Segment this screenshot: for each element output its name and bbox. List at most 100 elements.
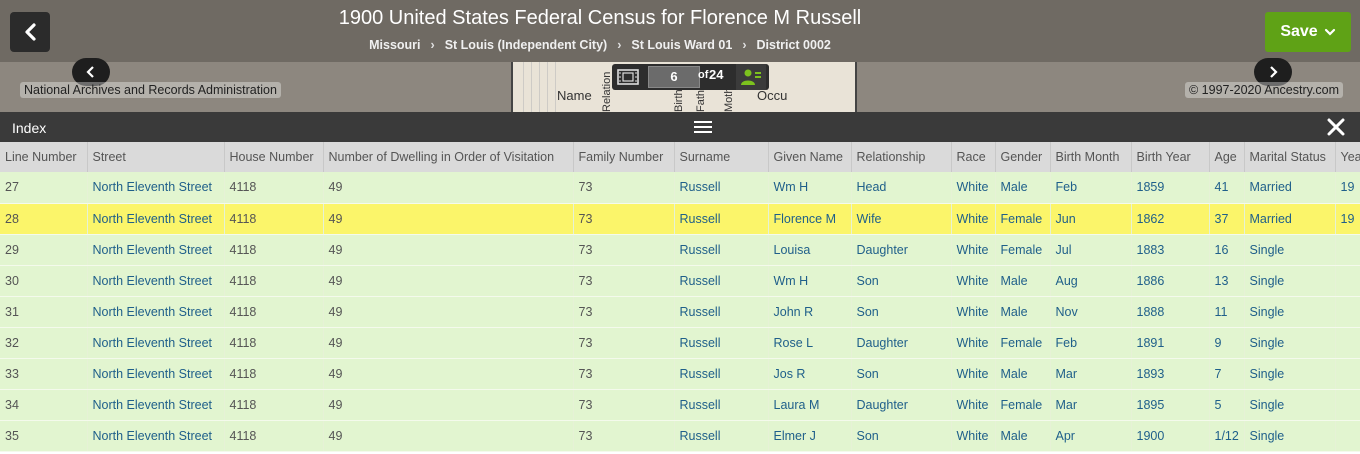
save-button[interactable]: Save — [1265, 12, 1351, 52]
column-header-years-married[interactable]: Years — [1335, 142, 1360, 172]
column-header-race[interactable]: Race — [951, 142, 996, 172]
hamburger-menu-icon[interactable] — [694, 120, 712, 134]
breadcrumb-district[interactable]: District 0002 — [757, 38, 831, 52]
cell-age: 9 — [1209, 327, 1245, 359]
cell-street: North Eleventh Street — [87, 420, 225, 452]
cell-street: North Eleventh Street — [87, 265, 225, 297]
table-row[interactable]: 29 North Eleventh Street 4118 49 73 Russell Lo… — [0, 234, 1360, 266]
attach-person-icon[interactable] — [736, 64, 766, 90]
cell-gender: Male — [995, 358, 1051, 390]
cell-surname: Russell — [674, 265, 769, 297]
page-title: 1900 United States Federal Census for Fl… — [338, 7, 862, 29]
cell-gender: Female — [995, 203, 1051, 235]
table-row[interactable]: 30 North Eleventh Street 4118 49 73 Russell Wm… — [0, 265, 1360, 297]
cell-marital-status: Married — [1244, 203, 1336, 235]
cell-line-number: 29 — [0, 234, 88, 266]
cell-relationship: Head — [851, 172, 952, 204]
cell-dwelling-number: 49 — [323, 234, 574, 266]
cell-birth-month: Aug — [1050, 265, 1132, 297]
cell-gender: Male — [995, 420, 1051, 452]
close-icon[interactable] — [1327, 118, 1345, 136]
cell-family-number: 73 — [573, 234, 675, 266]
cell-line-number: 32 — [0, 327, 88, 359]
cell-age: 16 — [1209, 234, 1245, 266]
cell-years-married — [1335, 420, 1360, 452]
cell-family-number: 73 — [573, 327, 675, 359]
column-header-given-name[interactable]: Given Name — [768, 142, 852, 172]
cell-relationship: Son — [851, 420, 952, 452]
column-header-house-number[interactable]: House Number — [224, 142, 324, 172]
cell-line-number: 33 — [0, 358, 88, 390]
cell-birth-month: Feb — [1050, 327, 1132, 359]
image-snippet-occupation: Occu — [757, 88, 788, 103]
column-header-relationship[interactable]: Relationship — [851, 142, 952, 172]
cell-marital-status: Single — [1244, 389, 1336, 421]
table-row[interactable]: 27 North Eleventh Street 4118 49 73 Russell Wm… — [0, 172, 1360, 204]
cell-house-number: 4118 — [224, 172, 324, 204]
column-header-age[interactable]: Age — [1209, 142, 1245, 172]
cell-relationship: Daughter — [851, 389, 952, 421]
cell-line-number: 30 — [0, 265, 88, 297]
table-row[interactable]: 34 North Eleventh Street 4118 49 73 Russell La… — [0, 389, 1360, 421]
breadcrumb-ward[interactable]: St Louis Ward 01 — [631, 38, 732, 52]
index-table-container[interactable]: Line Number Street House Number Number o… — [0, 142, 1360, 454]
cell-surname: Russell — [674, 203, 769, 235]
index-panel-header: Index — [0, 112, 1360, 142]
column-header-birth-year[interactable]: Birth Year — [1131, 142, 1210, 172]
cell-given-name: John R — [768, 296, 852, 328]
cell-dwelling-number: 49 — [323, 389, 574, 421]
cell-birth-year: 1883 — [1131, 234, 1210, 266]
cell-given-name: Wm H — [768, 265, 852, 297]
cell-marital-status: Single — [1244, 327, 1336, 359]
cell-surname: Russell — [674, 234, 769, 266]
page-number-input[interactable]: 6 — [648, 66, 700, 88]
record-header: 1900 United States Federal Census for Fl… — [0, 0, 1360, 62]
table-row[interactable]: 32 North Eleventh Street 4118 49 73 Russell Ro… — [0, 327, 1360, 359]
cell-dwelling-number: 49 — [323, 296, 574, 328]
image-snippet-birth: Birth — [673, 89, 685, 112]
table-row[interactable]: 28 North Eleventh Street 4118 49 73 Russell Fl… — [0, 203, 1360, 235]
chevron-down-icon — [1324, 28, 1335, 36]
column-header-marital-status[interactable]: Marital Status — [1244, 142, 1336, 172]
cell-birth-year: 1886 — [1131, 265, 1210, 297]
column-header-dwelling-number[interactable]: Number of Dwelling in Order of Visitatio… — [323, 142, 574, 172]
cell-relationship: Daughter — [851, 327, 952, 359]
cell-house-number: 4118 — [224, 234, 324, 266]
cell-dwelling-number: 49 — [323, 172, 574, 204]
table-row[interactable]: 35 North Eleventh Street 4118 49 73 Russell El… — [0, 420, 1360, 452]
cell-race: White — [951, 265, 996, 297]
column-header-birth-month[interactable]: Birth Month — [1050, 142, 1132, 172]
cell-house-number: 4118 — [224, 203, 324, 235]
cell-given-name: Rose L — [768, 327, 852, 359]
cell-line-number: 35 — [0, 420, 88, 452]
cell-surname: Russell — [674, 420, 769, 452]
cell-years-married — [1335, 327, 1360, 359]
cell-race: White — [951, 389, 996, 421]
cell-surname: Russell — [674, 172, 769, 204]
table-row[interactable]: 33 North Eleventh Street 4118 49 73 Russell Jo… — [0, 358, 1360, 390]
cell-house-number: 4118 — [224, 420, 324, 452]
table-row[interactable]: 31 North Eleventh Street 4118 49 73 Russell Jo… — [0, 296, 1360, 328]
cell-house-number: 4118 — [224, 265, 324, 297]
cell-birth-year: 1895 — [1131, 389, 1210, 421]
cell-birth-month: Feb — [1050, 172, 1132, 204]
cell-dwelling-number: 49 — [323, 203, 574, 235]
breadcrumb-state[interactable]: Missouri — [369, 38, 420, 52]
cell-given-name: Louisa — [768, 234, 852, 266]
column-header-gender[interactable]: Gender — [995, 142, 1051, 172]
cell-birth-month: Mar — [1050, 358, 1132, 390]
cell-marital-status: Single — [1244, 265, 1336, 297]
column-header-street[interactable]: Street — [87, 142, 225, 172]
column-header-surname[interactable]: Surname — [674, 142, 769, 172]
index-table: Line Number Street House Number Number o… — [0, 142, 1360, 452]
cell-years-married: 19 — [1335, 203, 1360, 235]
cell-relationship: Son — [851, 296, 952, 328]
cell-race: White — [951, 203, 996, 235]
column-header-line-number[interactable]: Line Number — [0, 142, 88, 172]
cell-birth-month: Nov — [1050, 296, 1132, 328]
breadcrumb-city[interactable]: St Louis (Independent City) — [445, 38, 608, 52]
cell-gender: Female — [995, 389, 1051, 421]
cell-surname: Russell — [674, 358, 769, 390]
column-header-family-number[interactable]: Family Number — [573, 142, 675, 172]
filmstrip-icon[interactable] — [616, 68, 640, 86]
